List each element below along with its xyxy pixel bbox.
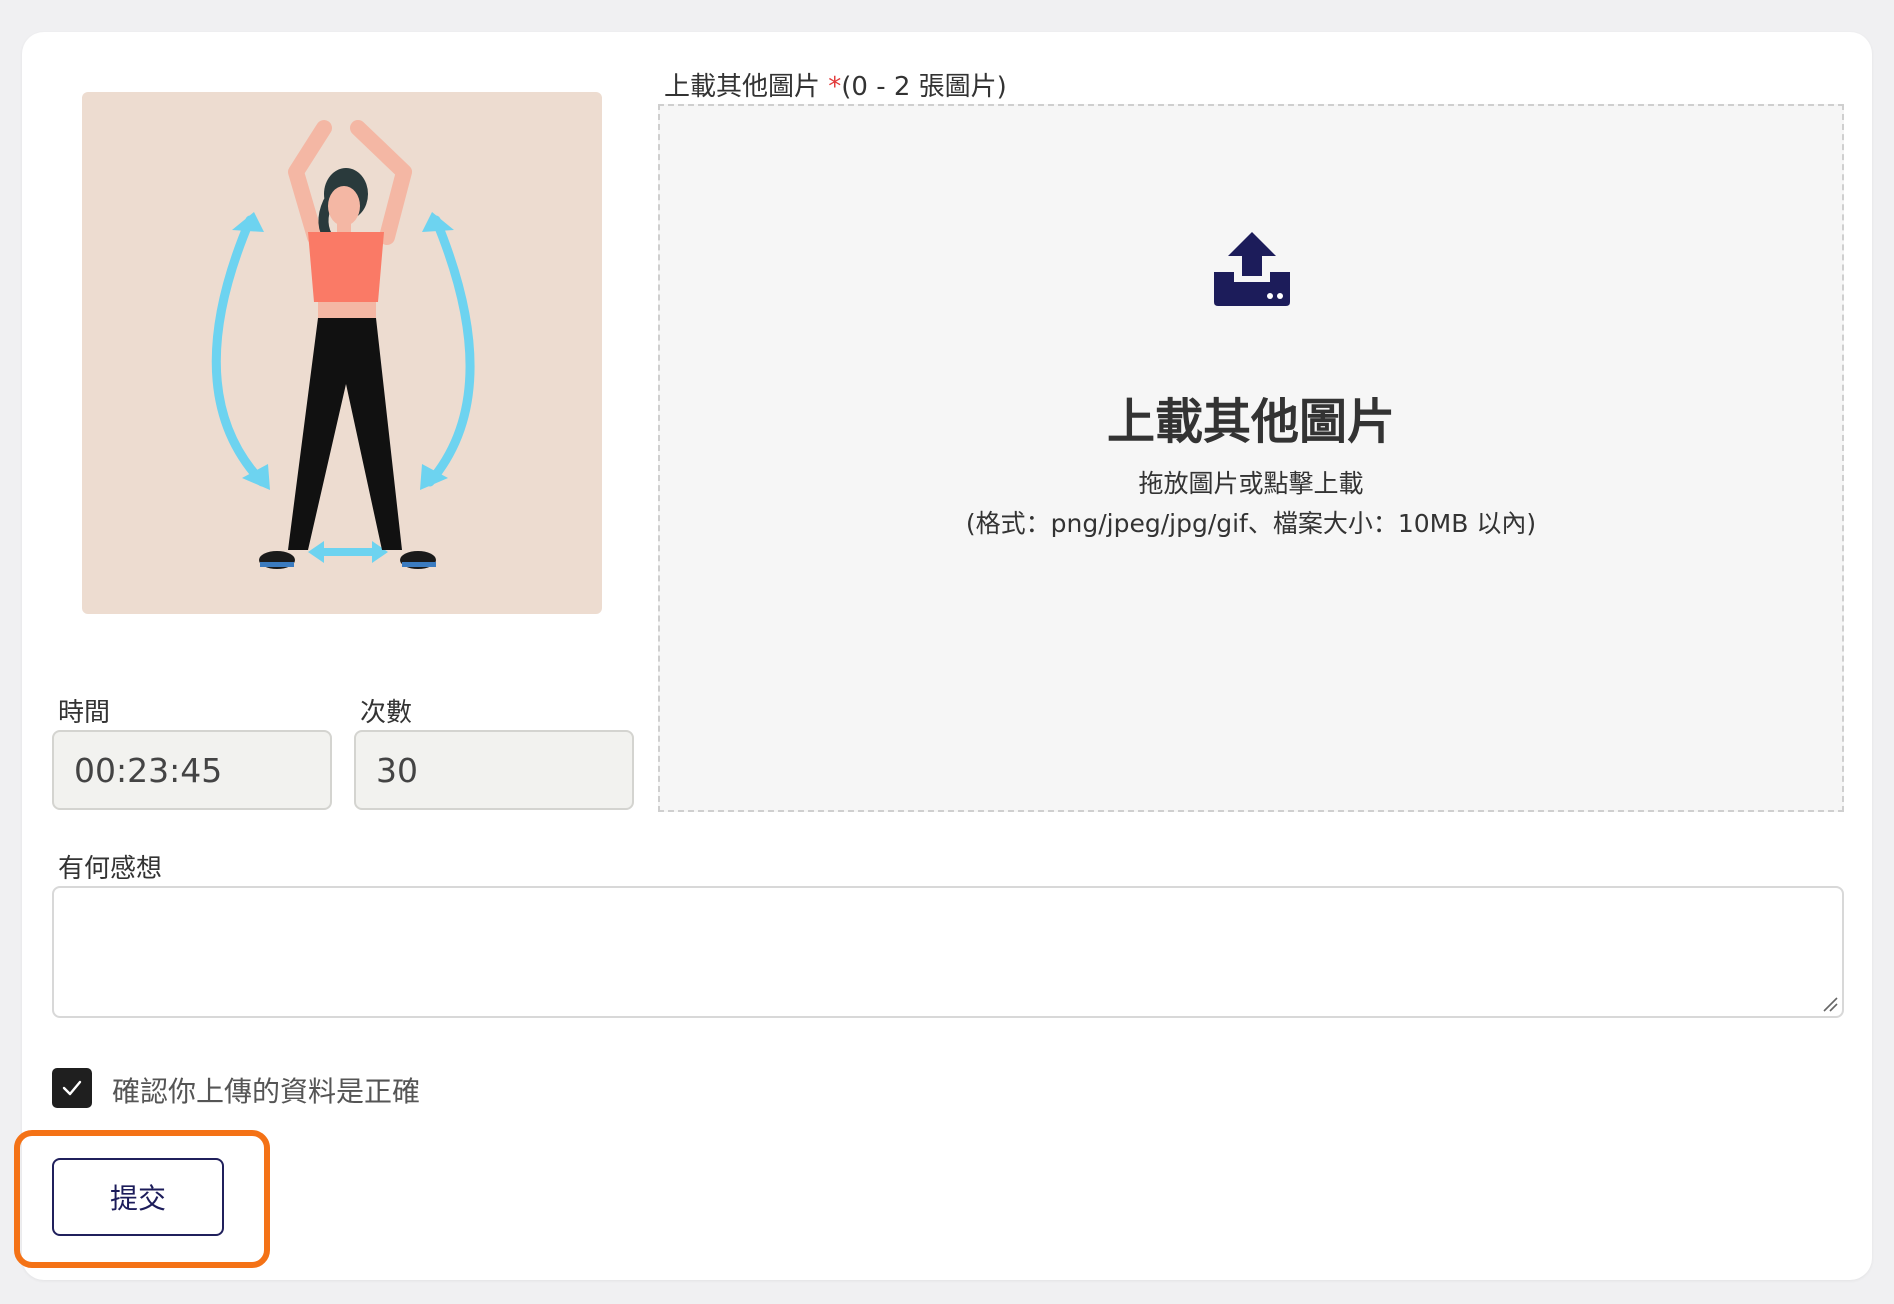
confirm-checkbox[interactable] [52,1068,92,1108]
resize-grip-icon[interactable] [1822,996,1838,1012]
count-field[interactable]: 30 [354,730,634,810]
time-label: 時間 [58,698,111,728]
count-label: 次數 [360,698,413,728]
image-dropzone[interactable]: 上載其他圖片 拖放圖片或點擊上載 (格式：png/jpeg/jpg/gif、檔案… [658,104,1844,812]
submit-button[interactable]: 提交 [52,1158,224,1236]
dropzone-title: 上載其他圖片 [1106,394,1395,450]
confirm-label: 確認你上傳的資料是正確 [112,1075,421,1108]
required-mark: * [828,72,842,102]
exercise-illustration [82,92,602,614]
checkmark-icon [62,1080,82,1096]
upload-label: 上載其他圖片 *(0 - 2 張圖片) [664,66,1007,103]
time-field[interactable]: 00:23:45 [52,730,332,810]
upload-tray-icon [1214,232,1290,306]
jumping-jacks-illustration [211,120,475,569]
comments-textarea[interactable] [52,886,1844,1018]
comments-label: 有何感想 [58,854,163,884]
upload-limit: (0 - 2 張圖片) [841,72,1007,102]
dropzone-format-hint: (格式：png/jpeg/jpg/gif、檔案大小：10MB 以內) [965,509,1537,538]
dropzone-subtitle: 拖放圖片或點擊上載 [1138,469,1364,498]
arrow-left-curve [211,215,267,487]
upload-label-text: 上載其他圖片 [664,72,821,102]
arrow-right-curve [425,215,475,487]
